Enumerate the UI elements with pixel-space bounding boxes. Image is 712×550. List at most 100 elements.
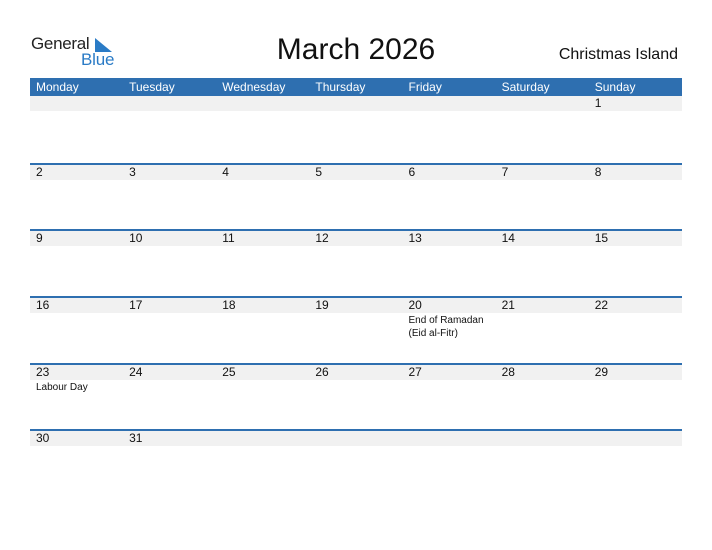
weekday-tuesday: Tuesday xyxy=(129,80,175,94)
day-cell xyxy=(589,431,682,447)
weekday-saturday: Saturday xyxy=(501,80,550,94)
day-cell: 23 Labour Day xyxy=(30,365,123,394)
day-cell xyxy=(123,96,216,112)
week-row: 9 10 11 12 13 14 15 xyxy=(30,229,682,296)
day-cell: 27 xyxy=(403,365,496,394)
holiday-label: Labour Day xyxy=(36,381,88,393)
day-number: 22 xyxy=(594,298,609,313)
day-number: 24 xyxy=(129,364,143,379)
day-number: 9 xyxy=(36,231,43,246)
day-number xyxy=(595,431,682,446)
day-number: 3 xyxy=(129,164,136,179)
week-row: 30 31 xyxy=(30,429,682,496)
day-number: 31 xyxy=(129,431,143,446)
day-number: 11 xyxy=(222,231,235,246)
week-row: 16 17 18 19 20 End of Ramadan (Eid al-Fitr) 21… xyxy=(30,296,682,363)
day-cell xyxy=(309,96,402,112)
day-cell: 19 xyxy=(309,298,402,340)
weekday-sunday: Sunday xyxy=(594,80,636,94)
day-number: 7 xyxy=(501,164,509,179)
day-number: 21 xyxy=(501,298,515,313)
day-number: 23 xyxy=(36,364,50,379)
day-cell: 10 xyxy=(123,231,216,247)
day-number: 19 xyxy=(315,298,329,313)
day-number: 16 xyxy=(36,298,50,313)
day-number: 13 xyxy=(408,231,422,246)
week-cells: 30 31 xyxy=(30,431,682,447)
day-number xyxy=(222,96,309,111)
day-cell: 22 xyxy=(589,298,682,340)
week-cells: 16 17 18 19 20 End of Ramadan (Eid al-Fitr) 21… xyxy=(30,298,682,340)
day-cell: 7 xyxy=(496,165,589,181)
day-cell xyxy=(403,431,496,447)
day-number: 4 xyxy=(222,164,229,179)
day-number: 18 xyxy=(222,298,236,313)
day-cell: 25 xyxy=(216,365,309,394)
weekday-friday: Friday xyxy=(408,80,442,94)
day-cell: 12 xyxy=(309,231,402,247)
weekday-header: Monday Tuesday Wednesday Thursday Friday… xyxy=(30,78,682,96)
day-cell: 24 xyxy=(123,365,216,394)
week-row: 23 Labour Day 24 25 26 27 28 29 xyxy=(30,362,682,430)
day-number xyxy=(129,96,216,111)
weekday-thursday: Thursday xyxy=(315,80,366,94)
day-cell: 11 xyxy=(216,231,309,247)
day-number: 10 xyxy=(129,231,143,246)
day-cell: 15 xyxy=(589,231,682,247)
day-number: 12 xyxy=(315,231,329,246)
day-number xyxy=(36,96,123,111)
day-number: 2 xyxy=(36,164,43,179)
day-number: 6 xyxy=(408,164,416,179)
day-number: 1 xyxy=(594,96,602,110)
day-number: 14 xyxy=(501,231,515,246)
week-cells: 9 10 11 12 13 14 15 xyxy=(30,231,682,247)
day-number xyxy=(502,431,589,446)
day-number: 28 xyxy=(501,364,515,379)
day-number: 15 xyxy=(594,231,609,246)
day-cell xyxy=(216,96,309,112)
day-cell: 3 xyxy=(123,165,216,181)
day-cell xyxy=(403,96,496,112)
day-number: 27 xyxy=(408,364,422,379)
weekday-wednesday: Wednesday xyxy=(222,80,286,94)
day-cell: 5 xyxy=(309,165,402,181)
country-name: Christmas Island xyxy=(558,46,678,63)
day-number: 29 xyxy=(594,364,609,379)
day-cell xyxy=(30,96,123,112)
day-cell: 6 xyxy=(403,165,496,181)
day-cell: 28 xyxy=(496,365,589,394)
week-row: 1 xyxy=(30,96,682,163)
day-number xyxy=(502,96,589,111)
day-number xyxy=(315,96,402,111)
day-cell: 4 xyxy=(216,165,309,181)
day-cell: 2 xyxy=(30,165,123,181)
day-cell: 21 xyxy=(496,298,589,340)
day-number xyxy=(315,431,402,446)
day-cell xyxy=(496,431,589,447)
day-number: 8 xyxy=(594,164,602,179)
week-cells: 1 xyxy=(30,96,682,112)
day-cell: 1 xyxy=(589,96,682,112)
day-number: 20 xyxy=(408,298,422,313)
day-number: 26 xyxy=(315,364,329,379)
day-cell xyxy=(309,431,402,447)
day-number: 30 xyxy=(36,431,50,446)
day-cell: 31 xyxy=(123,431,216,447)
weeks-container: 1 2 3 4 5 6 7 8 9 10 11 12 13 14 15 16 17 18 19 20 End of Ra… xyxy=(30,96,682,496)
day-cell: 17 xyxy=(123,298,216,340)
day-number: 25 xyxy=(222,364,236,379)
week-row: 2 3 4 5 6 7 8 xyxy=(30,162,682,230)
day-cell: 20 End of Ramadan (Eid al-Fitr) xyxy=(403,298,496,340)
day-cell: 30 xyxy=(30,431,123,447)
day-number: 5 xyxy=(315,164,323,179)
holiday-label: End of Ramadan (Eid al-Fitr) xyxy=(408,315,484,340)
day-cell: 26 xyxy=(309,365,402,394)
day-cell: 8 xyxy=(589,165,682,181)
day-cell: 16 xyxy=(30,298,123,340)
calendar-grid: Monday Tuesday Wednesday Thursday Friday… xyxy=(30,78,682,496)
weekday-monday: Monday xyxy=(36,80,79,94)
week-cells: 2 3 4 5 6 7 8 xyxy=(30,165,682,181)
day-cell xyxy=(496,96,589,112)
day-cell: 18 xyxy=(216,298,309,340)
day-cell: 9 xyxy=(30,231,123,247)
